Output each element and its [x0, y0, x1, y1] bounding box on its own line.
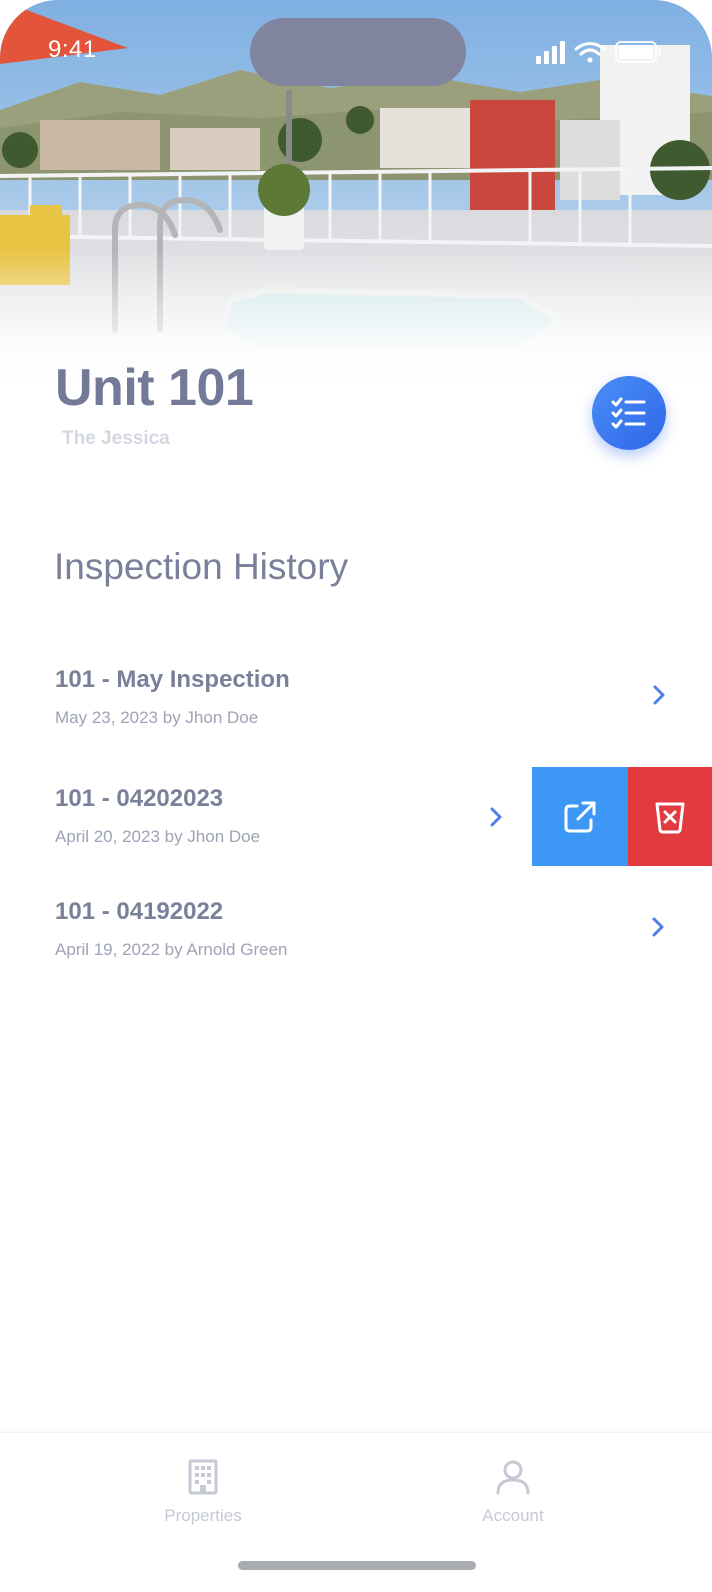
delete-x-icon — [655, 802, 685, 833]
tab-label: Properties — [164, 1506, 242, 1525]
home-indicator — [238, 1561, 476, 1570]
unit-title: Unit 101 — [55, 359, 254, 417]
status-time: 9:41 — [48, 36, 97, 63]
tab-properties[interactable]: Properties — [133, 1459, 273, 1526]
battery-icon — [615, 41, 661, 63]
inspection-meta: April 19, 2022 by Arnold Green — [55, 940, 288, 959]
cellular-signal-icon — [536, 41, 565, 64]
chevron-right-icon — [490, 807, 502, 827]
section-title: Inspection History — [54, 546, 349, 587]
inspection-title: 101 - 04192022 — [55, 898, 224, 925]
property-name: The Jessica — [62, 428, 170, 449]
inspection-title: 101 - May Inspection — [55, 666, 290, 693]
screen: 9:41 Unit 101 The Jessica Inspection His… — [0, 0, 712, 1592]
dynamic-island — [250, 18, 466, 86]
external-link-icon — [564, 801, 596, 832]
chevron-right-icon — [653, 685, 665, 705]
user-icon — [496, 1460, 530, 1495]
inspection-row[interactable]: 101 - 04192022 April 19, 2022 by Arnold … — [0, 880, 712, 970]
inspection-title: 101 - 04202023 — [55, 785, 224, 812]
inspection-meta: May 23, 2023 by Jhon Doe — [55, 708, 259, 727]
delete-inspection-button[interactable] — [628, 767, 712, 866]
inspection-row[interactable]: 101 - May Inspection May 23, 2023 by Jho… — [0, 650, 712, 740]
open-inspection-button[interactable] — [532, 767, 628, 866]
checklist-icon — [611, 397, 646, 429]
status-icons — [536, 41, 661, 64]
chevron-right-icon — [652, 917, 664, 937]
start-inspection-button[interactable] — [592, 376, 666, 450]
inspection-meta: April 20, 2023 by Jhon Doe — [55, 827, 261, 846]
tab-label: Account — [482, 1506, 544, 1525]
tab-account[interactable]: Account — [443, 1459, 583, 1526]
building-icon — [188, 1459, 218, 1495]
wifi-icon — [574, 42, 606, 63]
